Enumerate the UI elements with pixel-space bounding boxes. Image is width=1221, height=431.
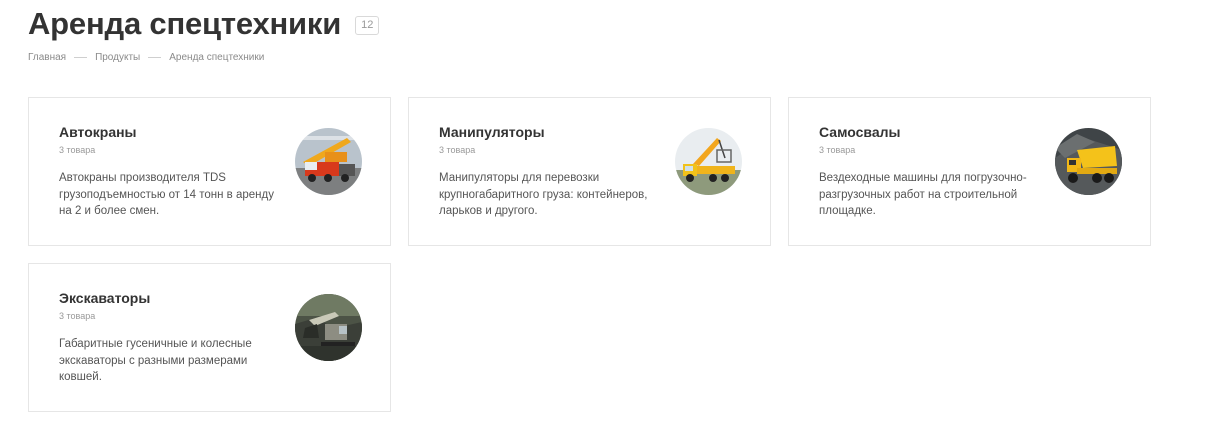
breadcrumb-products-link[interactable]: Продукты xyxy=(95,52,140,63)
excavator-photo[interactable] xyxy=(295,294,362,361)
title-row: Аренда спецтехники 12 xyxy=(28,4,380,44)
truck-crane-photo[interactable] xyxy=(295,128,362,195)
category-count: 3 товара xyxy=(439,145,476,155)
category-description: Манипуляторы для перевозки крупногабарит… xyxy=(439,172,648,217)
page-title: Аренда спецтехники xyxy=(28,6,342,41)
category-description: Автокраны производителя TDS грузоподъемн… xyxy=(59,172,274,217)
category-description: Вездеходные машины для погрузочно-разгру… xyxy=(819,172,1027,217)
breadcrumb-current: Аренда спецтехники xyxy=(169,52,265,63)
dump-truck-photo[interactable] xyxy=(1055,128,1122,195)
category-title[interactable]: Самосвалы xyxy=(819,124,900,140)
breadcrumb: Главная Продукты Аренда спецтехники xyxy=(28,52,264,63)
category-card-excavators[interactable]: Экскаваторы 3 товара Габаритные гусеничн… xyxy=(28,263,391,412)
category-title[interactable]: Автокраны xyxy=(59,124,137,140)
category-card-dump-trucks[interactable]: Самосвалы 3 товара Вездеходные машины дл… xyxy=(788,97,1151,246)
category-count: 3 товара xyxy=(819,145,856,155)
breadcrumb-home-link[interactable]: Главная xyxy=(28,52,66,63)
breadcrumb-separator xyxy=(148,57,162,58)
category-count: 3 товара xyxy=(59,145,96,155)
category-card-autocranes[interactable]: Автокраны 3 товара Автокраны производите… xyxy=(28,97,391,246)
category-title[interactable]: Экскаваторы xyxy=(59,290,150,306)
category-card-manipulators[interactable]: Манипуляторы 3 товара Манипуляторы для п… xyxy=(408,97,771,246)
manipulator-truck-photo[interactable] xyxy=(675,128,742,195)
category-description: Габаритные гусеничные и колесные экскава… xyxy=(59,338,252,383)
breadcrumb-separator xyxy=(74,57,88,58)
product-count-badge: 12 xyxy=(355,15,380,35)
category-count: 3 товара xyxy=(59,311,96,321)
category-title[interactable]: Манипуляторы xyxy=(439,124,545,140)
